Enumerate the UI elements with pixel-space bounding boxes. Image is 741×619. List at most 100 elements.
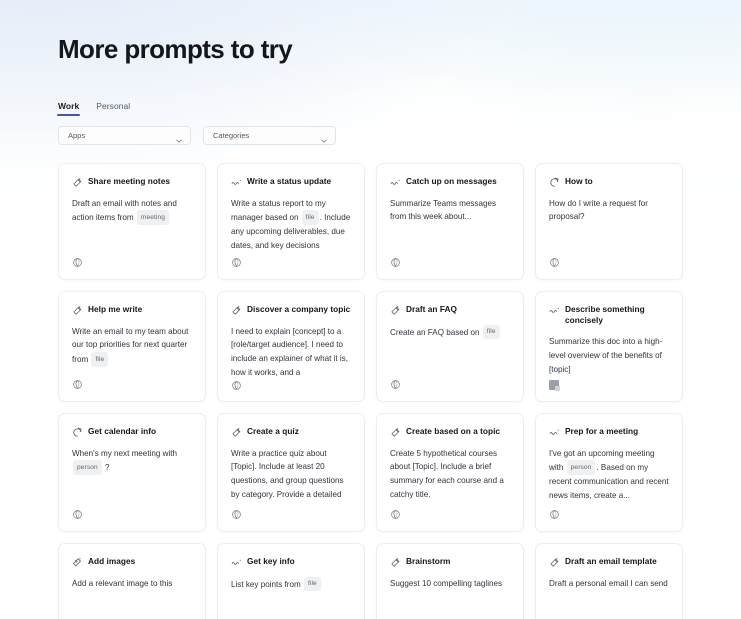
chevron-down-icon [320, 132, 328, 143]
prompt-card-footer [72, 378, 192, 391]
prompt-placeholder-chip[interactable]: meeting [136, 210, 170, 225]
prompt-card-header: Get key info [231, 556, 351, 568]
prompt-card[interactable]: Discover a company topic I need to explai… [217, 291, 365, 402]
copilot-icon[interactable] [390, 509, 401, 520]
magic-wand-icon [390, 305, 401, 316]
prompt-card-title: Create based on a topic [406, 426, 501, 436]
magic-wand-icon [390, 427, 401, 438]
prompt-placeholder-chip[interactable]: file [482, 324, 500, 339]
filter-label: Categories [213, 131, 250, 140]
prompt-card[interactable]: Get key info List key points from file [217, 543, 365, 619]
page-title: More prompts to try [58, 34, 293, 64]
copilot-icon[interactable] [72, 509, 83, 520]
copilot-icon[interactable] [72, 379, 83, 390]
prompt-card-body: Write an email to my team about our top … [72, 325, 192, 379]
prompt-card-header: Write a status update [231, 176, 351, 188]
prompt-card-header: Brainstorm [390, 556, 510, 568]
prompt-text-segment: Summarize this doc into a high-level ove… [549, 336, 663, 374]
prompt-card[interactable]: Create a quiz Write a practice quiz about… [217, 413, 365, 532]
prompts-page: More prompts to try Work Personal Apps Cat… [0, 0, 741, 619]
prompt-placeholder-chip[interactable]: file [91, 352, 109, 367]
prompt-card-header: Create a quiz [231, 426, 351, 438]
prompt-card-header: How to [549, 176, 669, 188]
prompt-card-body: List key points from file [231, 576, 351, 619]
prompt-card-footer [231, 508, 351, 521]
app-badge-icon[interactable] [549, 379, 560, 391]
copilot-icon[interactable] [231, 509, 242, 520]
prompt-card[interactable]: Add images Add a relevant image to this [58, 543, 206, 619]
prompt-card-body: Summarize this doc into a high-level ove… [549, 335, 669, 378]
prompt-card[interactable]: Catch up on messages Summarize Teams mess… [376, 163, 524, 280]
prompt-card[interactable]: Describe something concisely Summarize th… [535, 291, 683, 402]
prompt-card[interactable]: Draft an email template Draft a personal … [535, 543, 683, 619]
copilot-icon[interactable] [390, 257, 401, 268]
prompt-card[interactable]: Help me write Write an email to my team a… [58, 291, 206, 402]
prompt-text-segment: I need to explain [concept] to a [role/t… [231, 326, 348, 378]
tab-personal[interactable]: Personal [96, 101, 130, 116]
copilot-icon[interactable] [72, 257, 83, 268]
prompt-card-header: Help me write [72, 304, 192, 316]
sparkle-wave-icon [549, 427, 560, 438]
prompt-card[interactable]: How to How do I write a request for propo… [535, 163, 683, 280]
prompt-card-title: Brainstorm [406, 556, 451, 566]
prompt-card[interactable]: Write a status update Write a status repo… [217, 163, 365, 280]
prompt-card-header: Describe something concisely [549, 304, 669, 326]
prompt-text-segment: Suggest 10 compelling taglines [390, 578, 503, 588]
prompt-card-title: Create a quiz [247, 426, 299, 436]
prompt-card-title: Catch up on messages [406, 176, 497, 186]
prompt-card-body: Suggest 10 compelling taglines [390, 577, 510, 619]
prompt-card[interactable]: Brainstorm Suggest 10 compelling taglines [376, 543, 524, 619]
prompt-text-segment: Create an FAQ based on [390, 327, 482, 337]
tab-label: Personal [96, 101, 131, 111]
refresh-circle-icon [549, 177, 560, 188]
prompt-card-body: How do I write a request for proposal? [549, 197, 669, 257]
prompt-card-footer [390, 256, 510, 269]
prompt-card-body: Summarize Teams messages from this week … [390, 197, 510, 257]
prompt-card-title: Discover a company topic [247, 304, 351, 314]
prompt-text-segment: ? [102, 463, 110, 473]
prompt-card[interactable]: Share meeting notes Draft an email with n… [58, 163, 206, 280]
prompt-card-body: When's my next meeting with person ? [72, 447, 192, 509]
prompt-card-header: Discover a company topic [231, 304, 351, 316]
filter-dropdown-apps[interactable]: Apps [58, 126, 191, 145]
filter-dropdown-categories[interactable]: Categories [203, 126, 336, 145]
prompt-placeholder-chip[interactable]: person [73, 460, 102, 475]
tab-label: Work [58, 101, 80, 111]
prompt-card-footer [549, 378, 669, 391]
chevron-down-icon [175, 132, 183, 143]
filter-bar: Apps Categories [58, 126, 683, 145]
magic-wand-icon [231, 427, 242, 438]
prompt-card-grid: Share meeting notes Draft an email with n… [58, 163, 683, 619]
copilot-icon[interactable] [549, 509, 560, 520]
prompt-card-title: Describe something concisely [565, 304, 645, 325]
prompt-card-body: Write a practice quiz about [Topic]. Inc… [231, 447, 351, 509]
prompt-card-title: Draft an FAQ [406, 304, 457, 314]
prompt-card-title: Help me write [88, 304, 143, 314]
prompt-card-footer [390, 378, 510, 391]
prompt-card[interactable]: Prep for a meeting I've got an upcoming m… [535, 413, 683, 532]
prompt-card-body: I need to explain [concept] to a [role/t… [231, 325, 351, 381]
prompt-card[interactable]: Draft an FAQ Create an FAQ based on file [376, 291, 524, 402]
copilot-icon[interactable] [231, 257, 242, 268]
magic-wand-icon [72, 305, 83, 316]
prompt-card-footer [72, 256, 192, 269]
prompt-card-title: Draft an email template [565, 556, 657, 566]
copilot-icon[interactable] [231, 380, 242, 391]
prompt-placeholder-chip[interactable]: file [303, 576, 321, 591]
copilot-icon[interactable] [549, 257, 560, 268]
prompt-card[interactable]: Get calendar info When's my next meeting … [58, 413, 206, 532]
prompt-card-header: Prep for a meeting [549, 426, 669, 438]
prompt-card-title: Share meeting notes [88, 176, 170, 186]
prompt-placeholder-chip[interactable]: file [301, 210, 319, 225]
prompt-card-header: Catch up on messages [390, 176, 510, 188]
prompt-card-footer [549, 508, 669, 521]
copilot-icon[interactable] [390, 379, 401, 390]
prompt-card-title: Write a status update [247, 176, 332, 186]
prompt-placeholder-chip[interactable]: person [566, 460, 596, 475]
tab-work[interactable]: Work [56, 101, 81, 116]
prompt-text-segment: Create 5 hypothetical courses about [Top… [390, 448, 504, 500]
prompt-card-header: Share meeting notes [72, 176, 192, 188]
prompt-card[interactable]: Create based on a topic Create 5 hypothet… [376, 413, 524, 532]
sparkle-wave-icon [231, 177, 242, 188]
prompt-text-segment: When's my next meeting with [72, 448, 178, 458]
